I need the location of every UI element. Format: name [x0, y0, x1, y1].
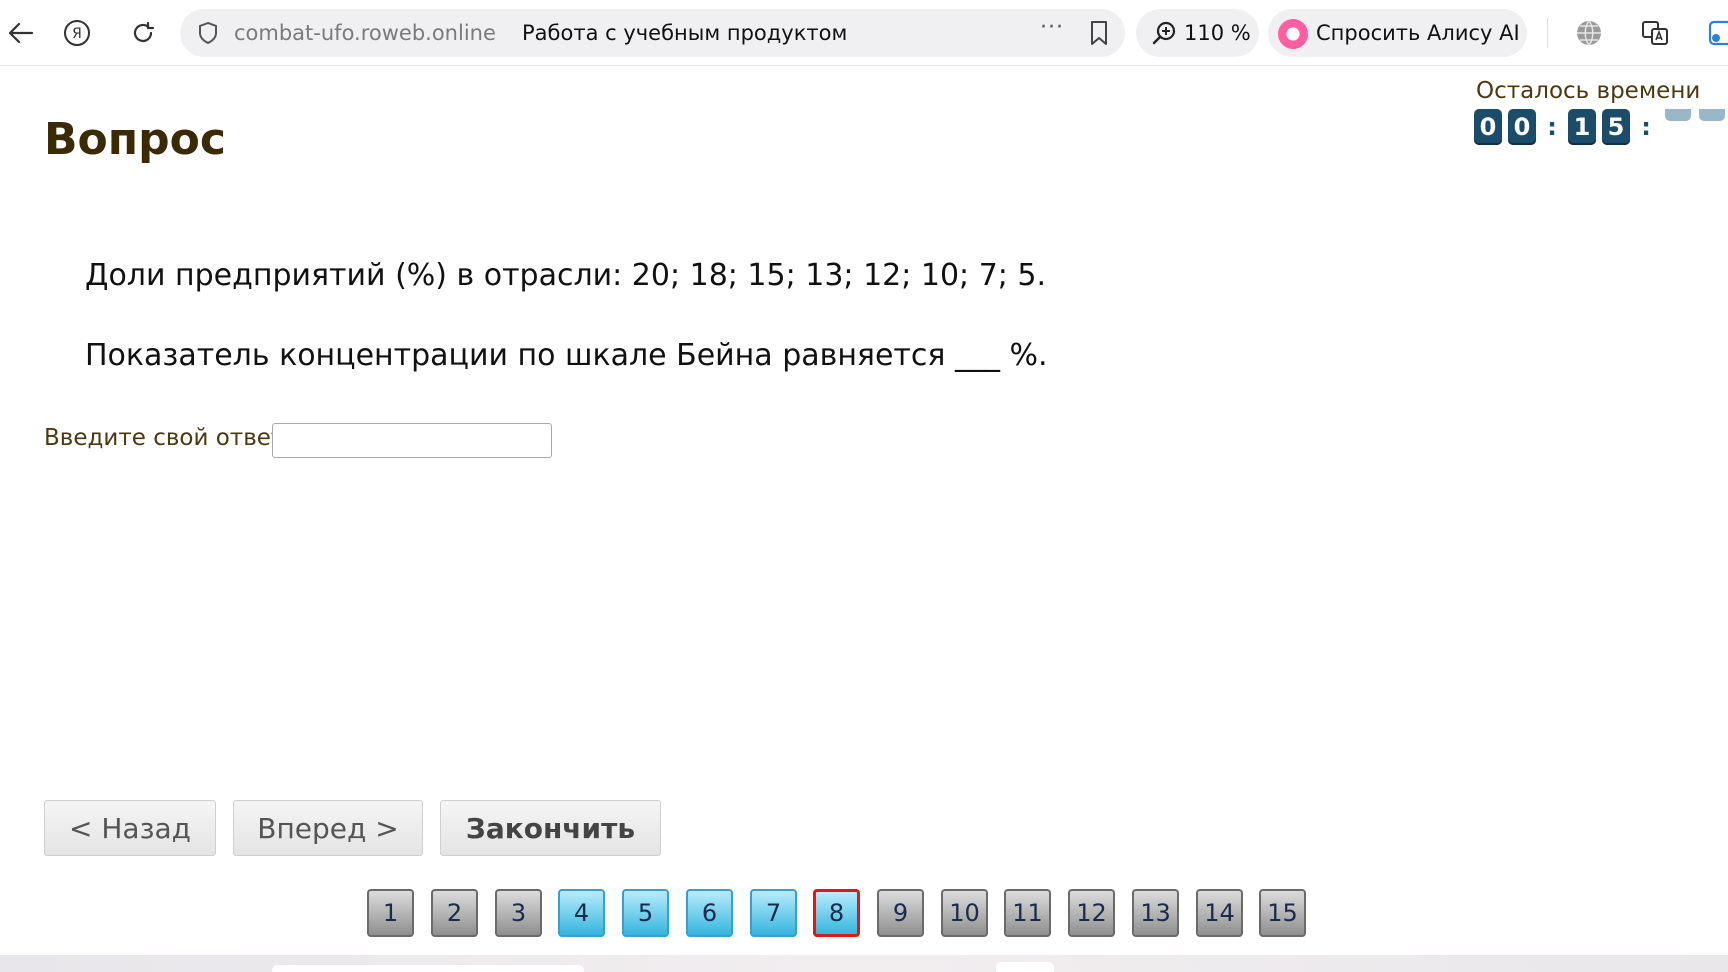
countdown-timer: 0 0 : 1 5 :	[1474, 109, 1662, 145]
timer-digit-partial	[1699, 109, 1725, 121]
timer-digit: 5	[1602, 109, 1630, 145]
pager-item[interactable]: 5	[622, 889, 669, 937]
ask-alice-label: Спросить Алису AI	[1316, 21, 1520, 45]
timer-digit: 1	[1568, 109, 1596, 145]
alice-icon	[1278, 19, 1308, 49]
timer-digit: 0	[1508, 109, 1536, 145]
address-domain[interactable]: combat-ufo.roweb.online	[234, 21, 496, 45]
pager-item[interactable]: 1	[367, 889, 414, 937]
globe-icon[interactable]	[1568, 12, 1610, 54]
page-title: Вопрос	[44, 114, 226, 165]
pager-item-current[interactable]: 8	[813, 889, 860, 937]
pager-item[interactable]: 10	[941, 889, 988, 937]
pager-item[interactable]: 14	[1196, 889, 1243, 937]
forward-button[interactable]: Вперед >	[233, 800, 423, 856]
zoom-level: 110 %	[1184, 21, 1251, 45]
timer-label: Осталось времени	[1476, 78, 1701, 104]
question-text-line1: Доли предприятий (%) в отрасли: 20; 18; …	[85, 258, 1047, 293]
taskbar-tab[interactable]	[996, 962, 1054, 972]
taskbar-tab[interactable]	[272, 965, 584, 972]
svg-text:Я: Я	[72, 26, 82, 42]
bookmark-icon[interactable]	[1084, 17, 1114, 49]
pager-item[interactable]: 3	[495, 889, 542, 937]
pager-item[interactable]: 4	[558, 889, 605, 937]
browser-toolbar: Я combat-ufo.roweb.online Работа с учебн…	[0, 0, 1728, 66]
answer-input[interactable]	[272, 423, 552, 458]
pager-item[interactable]: 6	[686, 889, 733, 937]
ask-alice-button[interactable]: Спросить Алису AI	[1268, 9, 1527, 57]
yandex-icon[interactable]: Я	[56, 12, 98, 54]
more-menu-icon[interactable]: ···	[1040, 15, 1064, 40]
shield-icon[interactable]	[194, 19, 222, 47]
timer-separator: :	[1547, 113, 1557, 141]
pager-item[interactable]: 12	[1068, 889, 1115, 937]
pager-item[interactable]: 9	[877, 889, 924, 937]
back-button[interactable]: < Назад	[44, 800, 216, 856]
pager-item[interactable]: 2	[431, 889, 478, 937]
timer-digit-partial	[1665, 109, 1691, 121]
question-text-line2: Показатель концентрации по шкале Бейна р…	[85, 338, 1048, 373]
answer-label: Введите свой ответ	[44, 425, 285, 451]
extension-icon[interactable]	[1700, 12, 1728, 54]
timer-separator: :	[1641, 113, 1651, 141]
taskbar-strip	[0, 955, 1728, 972]
reload-icon[interactable]	[122, 12, 164, 54]
pager-item[interactable]: 15	[1259, 889, 1306, 937]
zoom-icon	[1150, 19, 1178, 47]
pager-item[interactable]: 7	[750, 889, 797, 937]
address-page-title[interactable]: Работа с учебным продуктом	[522, 21, 847, 45]
toolbar-divider	[1547, 18, 1548, 48]
pager-item[interactable]: 13	[1132, 889, 1179, 937]
back-arrow-icon[interactable]	[0, 12, 42, 54]
timer-digit: 0	[1474, 109, 1502, 145]
address-bar[interactable]: combat-ufo.roweb.online Работа с учебным…	[180, 9, 1125, 57]
finish-button[interactable]: Закончить	[440, 800, 661, 856]
pager-item[interactable]: 11	[1004, 889, 1051, 937]
zoom-control[interactable]: 110 %	[1136, 9, 1259, 57]
translate-icon[interactable]	[1634, 12, 1676, 54]
